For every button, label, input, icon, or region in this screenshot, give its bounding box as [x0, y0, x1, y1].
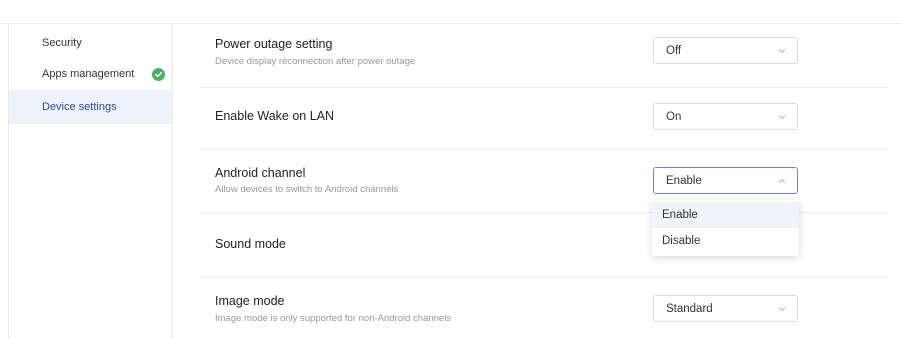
- settings-sidebar: Security Apps management Device settings: [9, 24, 173, 338]
- setting-row-wake-on-lan: Enable Wake on LAN On: [199, 88, 888, 149]
- chevron-up-icon: [778, 178, 786, 183]
- setting-title: Image mode: [215, 294, 285, 308]
- check-circle-icon: [152, 67, 165, 81]
- power-outage-select[interactable]: Off: [653, 37, 798, 64]
- sidebar-item-device-settings[interactable]: Device settings: [9, 90, 172, 124]
- sidebar-item-label: Security: [42, 37, 82, 49]
- select-value: Enable: [666, 174, 702, 187]
- sidebar-item-security[interactable]: Security: [9, 26, 172, 60]
- dropdown-option-enable[interactable]: Enable: [652, 202, 799, 228]
- setting-title: Enable Wake on LAN: [215, 109, 335, 123]
- android-channel-select[interactable]: Enable: [653, 167, 798, 194]
- option-label: Disable: [662, 235, 701, 247]
- setting-description: Image mode is only supported for non-And…: [215, 313, 452, 324]
- sidebar-item-apps-management[interactable]: Apps management: [9, 57, 172, 91]
- setting-title: Android channel: [215, 166, 306, 180]
- select-value: Off: [666, 44, 682, 57]
- option-label: Enable: [662, 209, 698, 221]
- setting-description: Allow devices to switch to Android chann…: [215, 184, 399, 195]
- wake-on-lan-select[interactable]: On: [653, 103, 798, 130]
- image-mode-select[interactable]: Standard: [653, 295, 798, 322]
- setting-row-power-outage: Power outage setting Device display reco…: [199, 24, 888, 88]
- chevron-down-icon: [778, 49, 786, 54]
- setting-description: Device display reconnection after power …: [215, 56, 416, 67]
- chevron-down-icon: [778, 307, 786, 312]
- android-channel-dropdown: Enable Disable: [652, 200, 799, 256]
- select-value: Standard: [666, 302, 713, 315]
- setting-row-image-mode: Image mode Image mode is only supported …: [199, 277, 888, 338]
- sidebar-item-label: Device settings: [42, 101, 117, 113]
- chevron-down-icon: [778, 115, 786, 120]
- dropdown-option-disable[interactable]: Disable: [652, 228, 799, 254]
- setting-title: Power outage setting: [215, 37, 333, 51]
- setting-title: Sound mode: [215, 237, 286, 251]
- sidebar-item-label: Apps management: [42, 68, 135, 80]
- select-value: On: [666, 110, 682, 123]
